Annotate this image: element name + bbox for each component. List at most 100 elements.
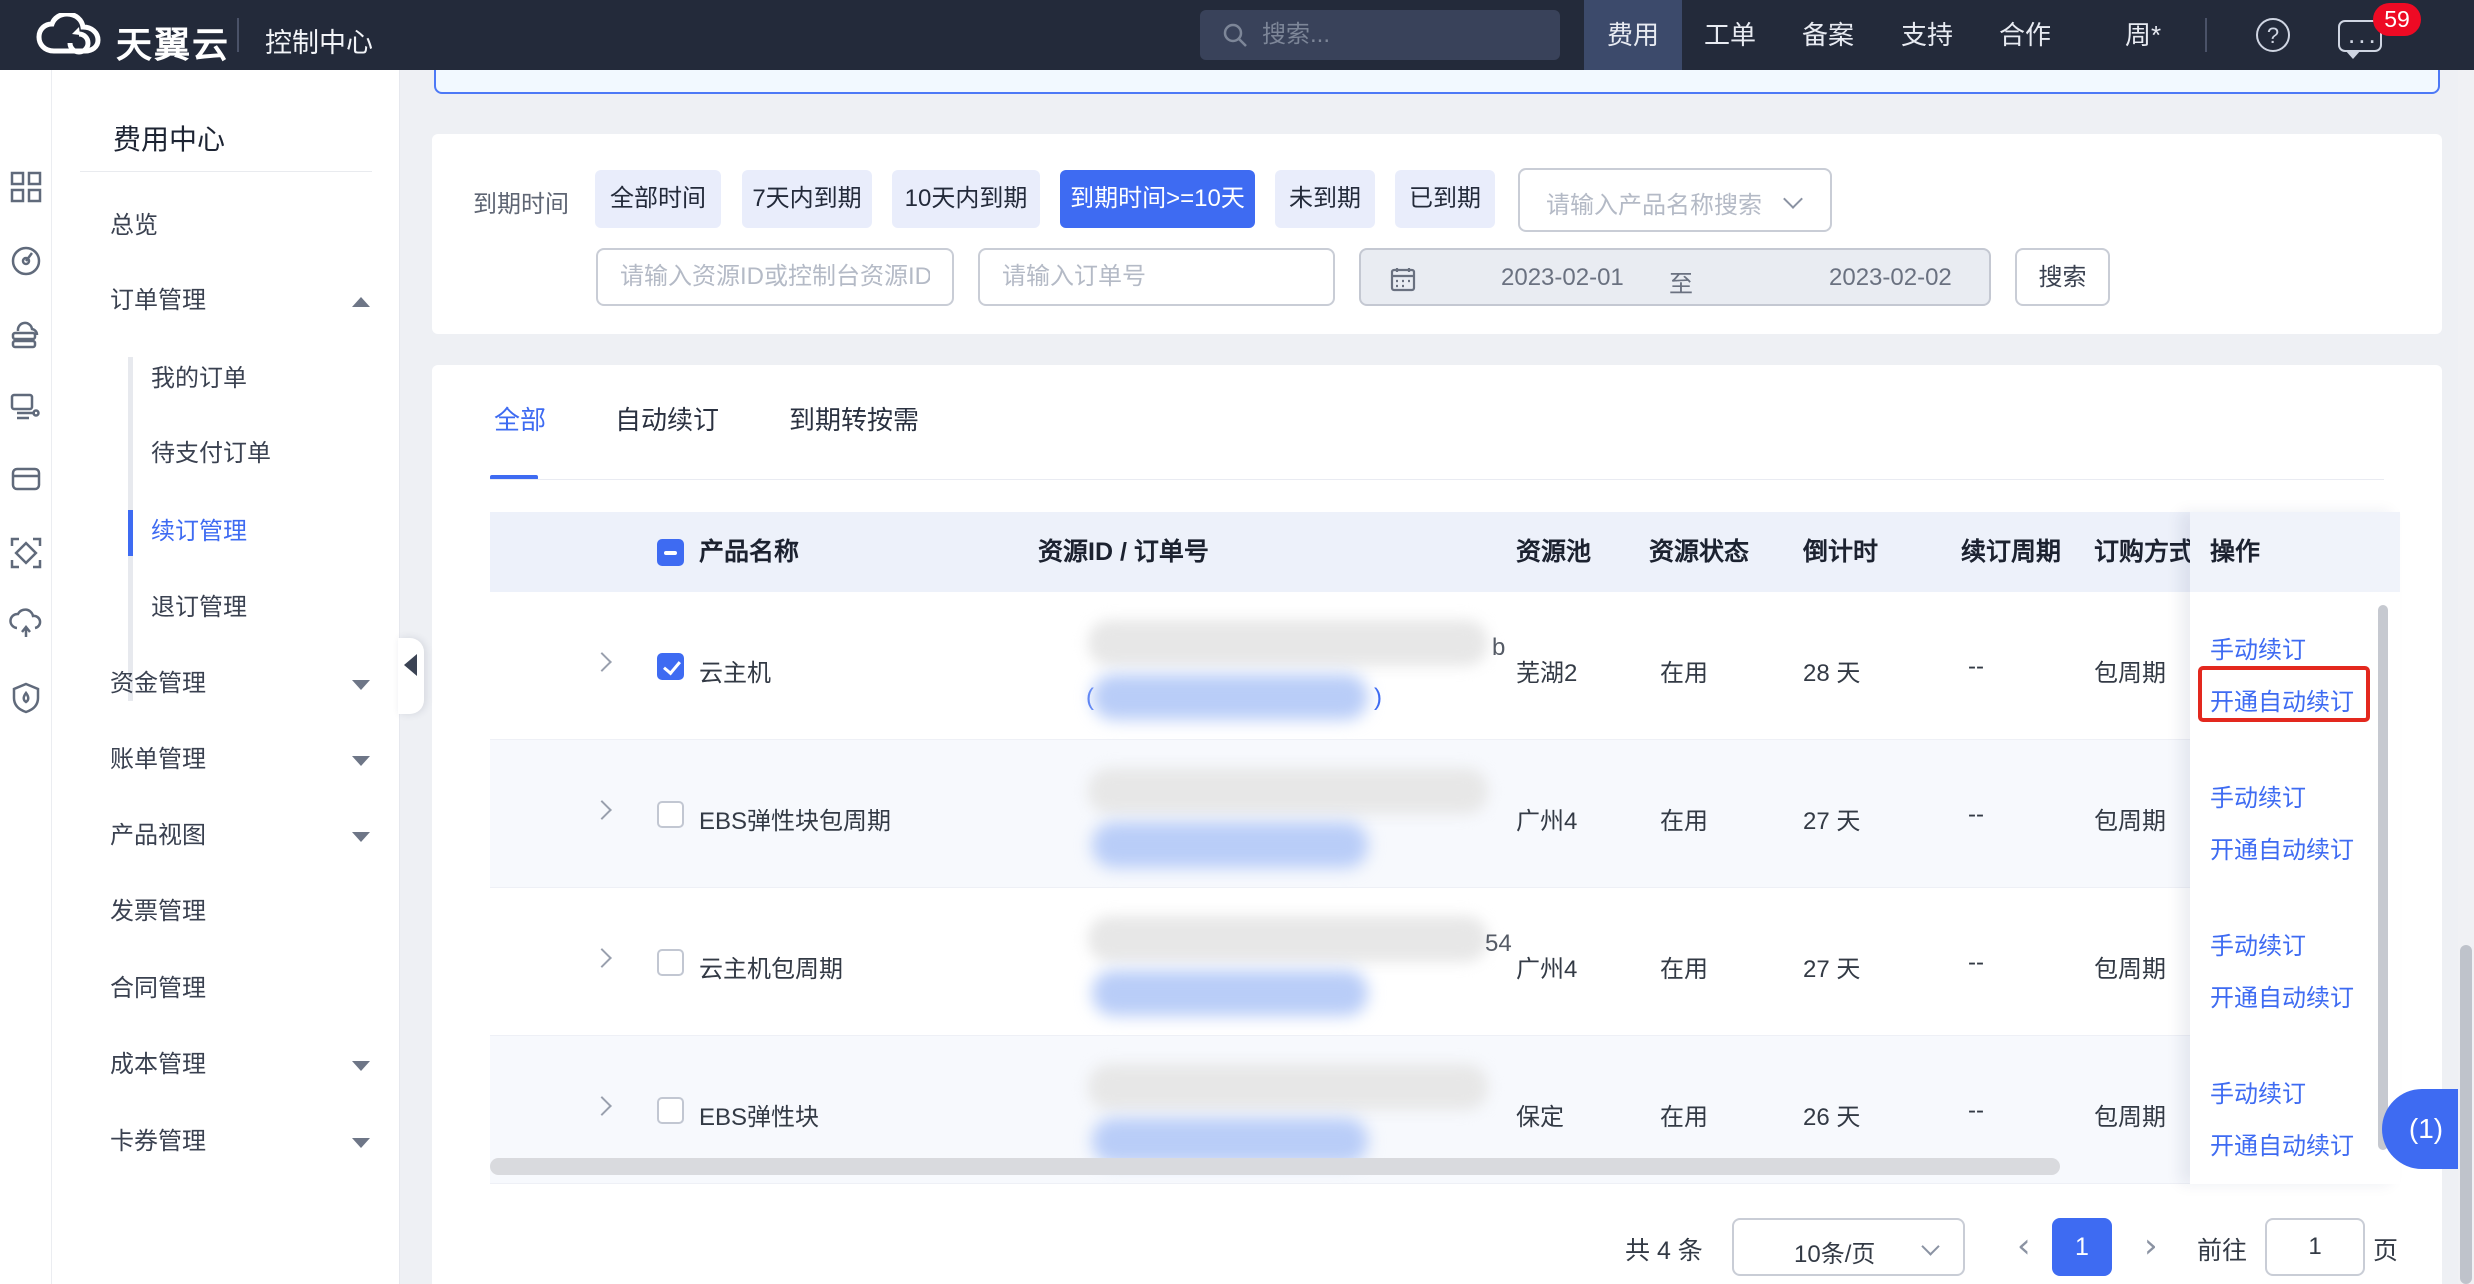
search-button[interactable]: 搜索 [2015,248,2110,306]
help-icon[interactable]: ? [2256,18,2290,52]
col-actions: 操作 [2210,512,2260,592]
sidebar-item-coupon-management[interactable]: 卡券管理 [52,1120,400,1164]
sidebar-item-bill-management[interactable]: 账单管理 [52,738,400,782]
cloud-sync-icon[interactable] [9,608,43,642]
tab-expire-to-ondemand[interactable]: 到期转按需 [789,400,919,437]
sidebar-item-overview[interactable]: 总览 [52,204,400,248]
sidebar-item-cost-management[interactable]: 成本管理 [52,1043,400,1087]
navbar-search[interactable] [1200,10,1560,60]
nav-item-support[interactable]: 支持 [1897,0,1957,70]
sidebar-item-my-orders[interactable]: 我的订单 [52,357,400,401]
sidebar-item-unsubscribe-management[interactable]: 退订管理 [52,586,400,630]
nav-item-tickets[interactable]: 工单 [1700,0,1760,70]
row-checkbox[interactable] [657,653,684,680]
tabs-bottom-border [490,479,2384,480]
sidebar-item-funds-management[interactable]: 资金管理 [52,662,400,706]
tab-all[interactable]: 全部 [494,400,546,437]
filter-10days-button[interactable]: 10天内到期 [892,170,1040,228]
date-range-picker[interactable]: 2023-02-01 至 2023-02-02 [1359,248,1991,306]
redacted-order-link[interactable] [1092,674,1368,720]
floating-count-badge[interactable]: (1) [2382,1089,2470,1169]
sidebar-collapse-handle[interactable] [398,638,424,714]
product-name-select[interactable]: 请输入产品名称搜索 [1518,168,1832,232]
filter-all-time-button[interactable]: 全部时间 [595,170,721,228]
cell-renew-cycle: -- [1968,801,1984,829]
enable-auto-renew-link[interactable]: 开通自动续订 [2210,1126,2354,1161]
cell-order-type: 包周期 [2094,1097,2166,1132]
dashboard-icon[interactable] [9,244,43,278]
sidebar-item-unpaid-orders[interactable]: 待支付订单 [52,432,400,476]
page-size-select[interactable]: 10条/页 [1732,1218,1965,1276]
current-page-button[interactable]: 1 [2052,1218,2112,1276]
redacted-order-link[interactable] [1092,822,1368,868]
cell-product: 云主机包周期 [699,949,843,984]
enable-auto-renew-link[interactable]: 开通自动续订 [2210,830,2354,865]
resource-icon[interactable] [9,536,43,570]
manual-renew-link[interactable]: 手动续订 [2210,1074,2306,1109]
cloud-server-icon[interactable] [9,317,43,351]
cell-countdown: 28 天 [1803,653,1860,688]
table-horizontal-scrollbar[interactable] [490,1158,2060,1175]
sidebar-item-product-view[interactable]: 产品视图 [52,814,400,858]
pagination-total: 共 4 条 [1625,1231,1703,1267]
calendar-icon [1389,265,1417,293]
col-countdown: 倒计时 [1803,512,1878,592]
date-to-label: 至 [1669,264,1693,299]
order-number-input[interactable] [978,248,1335,306]
filter-gte10days-button[interactable]: 到期时间>=10天 [1060,170,1255,228]
row-checkbox[interactable] [657,1097,684,1124]
expand-row-icon[interactable] [592,652,612,672]
enable-auto-renew-link[interactable]: 开通自动续订 [2210,978,2354,1013]
shield-icon[interactable] [9,681,43,715]
prev-page-button[interactable]: ‹ [2017,1226,2031,1266]
page-scrollbar-thumb[interactable] [2460,945,2472,1284]
row-checkbox[interactable] [657,801,684,828]
chevron-down-icon [352,1061,370,1071]
table-row: EBS弹性块包周期 广州4 在用 27 天 -- 包周期 [490,740,2392,888]
console-label[interactable]: 控制中心 [265,21,373,60]
nav-user[interactable]: 周* [2110,0,2176,70]
date-from-value[interactable]: 2023-02-01 [1501,264,1624,292]
cell-renew-cycle: -- [1968,949,1984,977]
message-tail [2345,50,2361,59]
page-scrollbar[interactable] [2458,70,2474,1284]
col-renew-cycle: 续订周期 [1961,512,2061,592]
filter-expired-button[interactable]: 已到期 [1395,170,1495,228]
search-input[interactable] [1262,16,1542,54]
date-to-value[interactable]: 2023-02-02 [1829,264,1952,292]
cell-order-type: 包周期 [2094,801,2166,836]
expand-row-icon[interactable] [592,948,612,968]
table-vertical-scrollbar[interactable] [2378,605,2388,1150]
table-row: 云主机 b ( ) 芜湖2 在用 28 天 -- 包周期 [490,592,2392,740]
manual-renew-link[interactable]: 手动续订 [2210,926,2306,961]
select-all-checkbox[interactable] [657,539,684,566]
filter-panel: 到期时间 全部时间 7天内到期 10天内到期 到期时间>=10天 未到期 已到期… [432,134,2442,334]
next-page-button[interactable]: › [2144,1226,2158,1266]
sidebar-item-order-management[interactable]: 订单管理 [52,279,400,323]
expand-row-icon[interactable] [592,1096,612,1116]
filter-not-due-button[interactable]: 未到期 [1275,170,1375,228]
filter-7days-button[interactable]: 7天内到期 [742,170,872,228]
vpc-icon[interactable] [9,389,43,423]
expand-row-icon[interactable] [592,800,612,820]
order-id-fragment-close: ) [1374,684,1382,712]
card-icon[interactable] [9,462,43,496]
redacted-order-link[interactable] [1092,970,1368,1016]
tab-auto-renew[interactable]: 自动续订 [615,400,719,437]
nav-item-filing[interactable]: 备案 [1798,0,1858,70]
manual-renew-link[interactable]: 手动续订 [2210,630,2306,665]
manual-renew-link[interactable]: 手动续订 [2210,778,2306,813]
action-cell: 手动续订 开通自动续订 [2190,740,2400,888]
resource-id-input[interactable] [596,248,954,306]
apps-grid-icon[interactable] [9,170,43,204]
top-navbar: 天翼云 控制中心 费用 工单 备案 支持 合作 周* ? ... 59 [0,0,2474,70]
cell-countdown: 27 天 [1803,949,1860,984]
sidebar-item-renewal-management[interactable]: 续订管理 [52,510,400,554]
sidebar-item-invoice-management[interactable]: 发票管理 [52,890,400,934]
sidebar-item-contract-management[interactable]: 合同管理 [52,967,400,1011]
goto-page-input[interactable] [2265,1218,2365,1276]
row-checkbox[interactable] [657,949,684,976]
cloud-logo[interactable] [36,13,102,57]
nav-item-partner[interactable]: 合作 [1995,0,2055,70]
nav-item-fees[interactable]: 费用 [1584,0,1682,70]
